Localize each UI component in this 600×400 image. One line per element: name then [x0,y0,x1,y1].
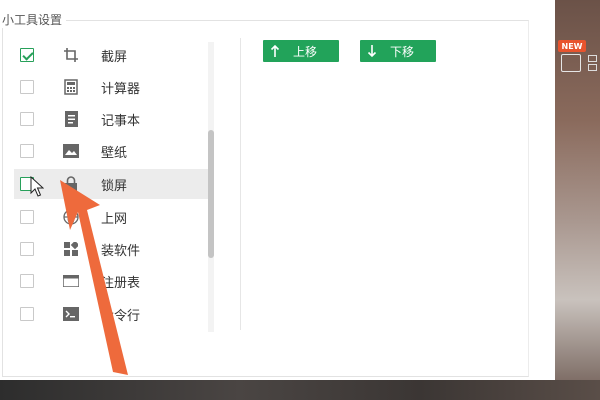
tool-checkbox[interactable] [20,307,34,321]
tool-checkbox[interactable] [20,274,34,288]
crop-icon [62,46,80,64]
tool-checkbox[interactable] [20,80,34,94]
scrollbar-thumb[interactable] [208,130,214,258]
settings-dialog: 小工具设置 截屏 计算器 记事本 壁纸 锁屏 上网 装软件 注册表 命令行 上移… [0,0,555,380]
tool-label: 截屏 [101,49,128,65]
background-bottom [0,380,600,400]
tool-label: 锁屏 [101,178,128,194]
tool-checkbox[interactable] [20,48,34,62]
panel-divider [240,38,241,330]
tool-label: 注册表 [101,275,141,291]
list-item[interactable]: 计算器 [14,72,210,102]
move-up-button[interactable]: 上移 [263,40,339,62]
move-down-label: 下移 [390,45,415,59]
image-icon [62,142,80,160]
tool-label: 上网 [101,211,128,227]
apps-icon [62,240,80,258]
tool-label: 壁纸 [101,145,128,161]
calculator-icon [62,78,80,96]
arrow-up-icon [270,44,280,57]
lock-screen-icon [62,175,80,193]
list-item[interactable]: 壁纸 [14,136,210,166]
tool-checkbox[interactable] [20,210,34,224]
list-item[interactable]: 注册表 [14,266,210,296]
group-title: 小工具设置 [0,11,67,28]
grid-icon[interactable] [588,55,597,71]
tool-label: 装软件 [101,243,141,259]
notepad-icon [62,110,80,128]
list-item[interactable]: 记事本 [14,104,210,134]
list-item[interactable]: 截屏 [14,40,210,70]
list-item[interactable]: 上网 [14,202,210,232]
move-up-label: 上移 [293,45,318,59]
tool-checkbox[interactable] [20,144,34,158]
list-item[interactable]: 装软件 [14,234,210,264]
tool-label: 记事本 [101,113,141,129]
terminal-icon [62,305,80,323]
move-down-button[interactable]: 下移 [360,40,436,62]
list-scrollbar[interactable] [208,42,214,332]
tool-label: 计算器 [101,81,141,97]
mouse-cursor-icon [30,176,44,197]
globe-icon [62,208,80,226]
tool-checkbox[interactable] [20,112,34,126]
list-item[interactable]: 命令行 [14,299,210,329]
arrow-down-icon [367,45,377,58]
background-photo: NEW [555,0,600,400]
tool-label: 命令行 [101,308,141,324]
tool-checkbox[interactable] [20,242,34,256]
registry-icon [62,272,80,290]
add-widget-icon[interactable] [561,54,581,72]
